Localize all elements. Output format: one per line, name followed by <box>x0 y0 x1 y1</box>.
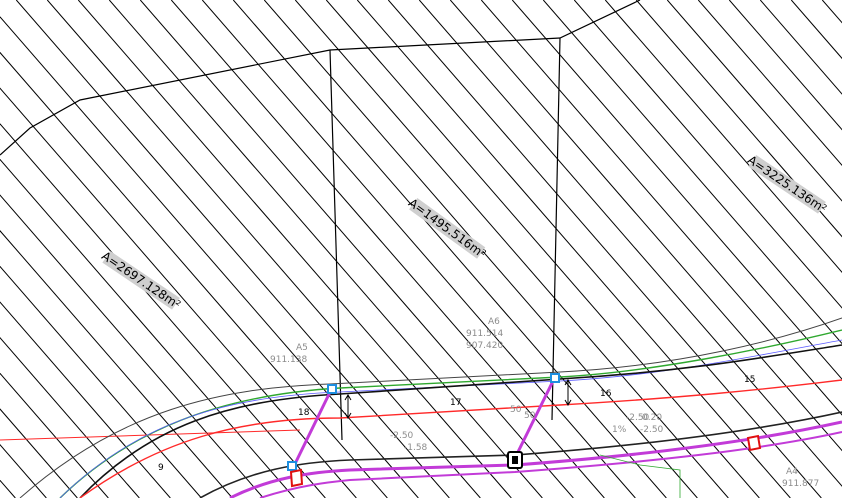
hatch-line <box>201 0 636 498</box>
node-annotation: 1% <box>612 425 627 435</box>
hatch-line <box>0 408 78 498</box>
hatch-line <box>542 0 842 345</box>
hatch-line <box>0 443 47 498</box>
area-label-text: A=3225.136m² <box>745 153 829 216</box>
hatch-line <box>511 0 842 380</box>
node-square-icon[interactable] <box>327 384 337 394</box>
node-annotation: A4 <box>786 467 798 477</box>
hatch-line <box>387 0 822 498</box>
node-annotation: 50 <box>524 411 536 421</box>
hatch-line <box>666 0 842 202</box>
area-label-text: A=1495.516m² <box>406 196 489 262</box>
station-number: 9 <box>158 463 164 473</box>
node-annotation: -2.50 <box>626 413 650 423</box>
purple-pipe-main <box>229 420 842 498</box>
parcel-hatching <box>0 0 842 498</box>
node-annotation: A5 <box>296 343 308 353</box>
hatch-line <box>0 336 140 498</box>
node-annotation: 907.420 <box>466 341 503 351</box>
hatch-line <box>0 87 357 498</box>
area-label-right[interactable]: A=3225.136m² <box>745 153 829 216</box>
hatch-line <box>0 194 264 498</box>
hatch-line <box>573 0 842 309</box>
hatch-line <box>15 0 450 498</box>
cad-drawing-canvas[interactable]: A=2697.128m² A=1495.516m² A=3225.136m² 1… <box>0 0 842 498</box>
area-label-middle[interactable]: A=1495.516m² <box>406 196 489 262</box>
station-number: 16 <box>600 389 612 399</box>
hatch-line <box>0 301 171 498</box>
node-square-icon[interactable] <box>287 461 297 471</box>
node-annotation: 911.138 <box>270 355 307 365</box>
hatch-line <box>0 123 326 498</box>
manhole-icon <box>512 456 518 464</box>
node-annotation: 911.877 <box>782 479 819 489</box>
purple-branch-1 <box>290 387 334 471</box>
node-annotation: A6 <box>488 317 500 327</box>
hatch-line <box>356 0 791 498</box>
area-label-left[interactable]: A=2697.128m² <box>99 249 183 312</box>
pump-symbol-icon[interactable] <box>746 434 762 452</box>
node-annotation: -2.50 <box>390 431 414 441</box>
node-annotation: 911.514 <box>466 329 503 339</box>
pump-symbol-icon[interactable] <box>289 468 304 488</box>
green-boundary-line <box>59 329 842 498</box>
hatch-line <box>0 158 295 498</box>
parcel-boundaries <box>0 0 641 441</box>
alignment-lines <box>0 317 842 498</box>
node-annotation: -2.50 <box>640 425 664 435</box>
station-number: 15 <box>744 375 755 385</box>
node-square-icon[interactable] <box>550 373 560 383</box>
node-annotation: -1.58 <box>404 443 428 453</box>
hatch-line <box>232 0 667 498</box>
hatch-line <box>0 230 233 498</box>
area-label-text: A=2697.128m² <box>99 249 183 312</box>
hatch-line <box>604 0 842 273</box>
hatch-line <box>697 0 842 167</box>
station-number: 17 <box>450 398 461 408</box>
station-number: 18 <box>298 408 310 418</box>
hatch-line <box>294 0 729 498</box>
hatch-line <box>325 0 760 498</box>
hatch-line <box>170 0 605 498</box>
hatch-line <box>77 0 512 498</box>
node-annotation: 50 <box>510 405 522 415</box>
